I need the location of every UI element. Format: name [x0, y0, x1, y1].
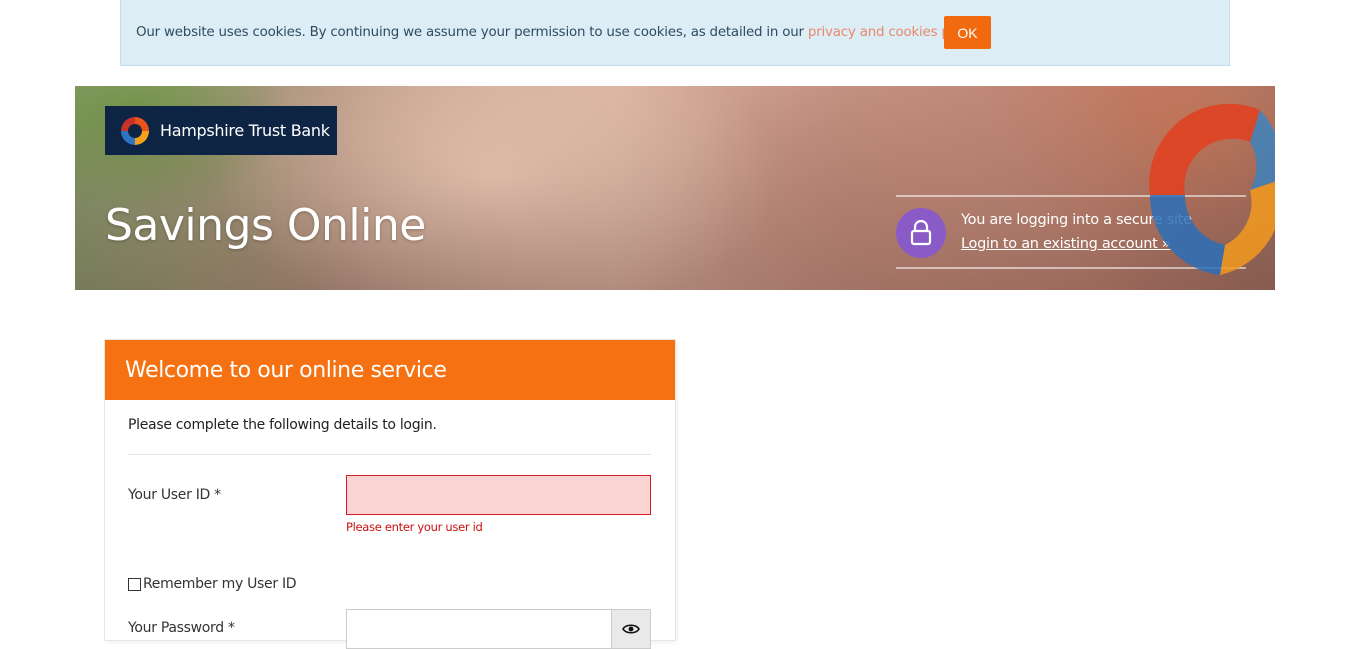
eye-icon[interactable]: [611, 609, 651, 649]
brand-name: Hampshire Trust Bank: [160, 121, 330, 140]
cookie-banner: Our website uses cookies. By continuing …: [120, 0, 1230, 66]
user-id-input[interactable]: [346, 475, 651, 515]
login-panel: Welcome to our online service Please com…: [105, 340, 675, 649]
login-panel-header: Welcome to our online service: [105, 340, 675, 400]
lock-icon: [896, 208, 946, 258]
user-id-error: Please enter your user id: [346, 520, 483, 534]
cookie-message-text: Our website uses cookies. By continuing …: [136, 25, 808, 40]
remember-user-id-row[interactable]: Remember my User ID: [128, 576, 297, 592]
remember-user-id-label: Remember my User ID: [143, 576, 297, 592]
login-instructions: Please complete the following details to…: [128, 417, 437, 433]
password-input[interactable]: [346, 609, 612, 649]
cookie-message: Our website uses cookies. By continuing …: [136, 25, 982, 40]
brand-logo[interactable]: Hampshire Trust Bank: [105, 106, 337, 155]
page-title: Savings Online: [105, 200, 426, 251]
login-existing-account-link[interactable]: Login to an existing account »: [961, 236, 1171, 252]
remember-user-id-checkbox[interactable]: [128, 577, 141, 591]
password-label: Your Password *: [128, 620, 235, 636]
login-panel-title: Welcome to our online service: [125, 357, 447, 383]
cookie-ok-button[interactable]: OK: [944, 16, 991, 49]
divider: [128, 454, 651, 455]
brand-logo-icon: [119, 114, 151, 147]
user-id-label: Your User ID *: [128, 487, 221, 503]
hero-banner: Hampshire Trust Bank Savings Online You …: [75, 86, 1275, 290]
brand-swirl-graphic: [1149, 103, 1275, 275]
